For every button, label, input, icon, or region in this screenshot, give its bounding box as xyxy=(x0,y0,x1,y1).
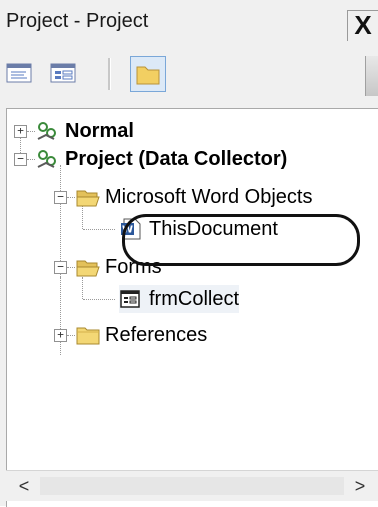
horizontal-scrollbar[interactable]: < > xyxy=(6,470,378,501)
window-title: Project - Project xyxy=(6,10,149,32)
tree-node-label: References xyxy=(105,323,208,346)
tree-node-word-objects[interactable]: Microsoft Word Objects xyxy=(75,183,312,211)
vba-project-icon xyxy=(37,150,56,168)
collapse-toggle[interactable]: − xyxy=(54,191,67,204)
close-button[interactable]: X xyxy=(347,10,378,41)
tree-node-project[interactable]: Project (Data Collector) xyxy=(35,145,287,173)
view-code-icon xyxy=(6,63,32,83)
userform-icon xyxy=(120,290,140,308)
collapse-toggle[interactable]: − xyxy=(14,153,27,166)
collapse-toggle[interactable]: − xyxy=(54,261,67,274)
folder-closed-icon xyxy=(76,327,100,345)
tree-node-label: Microsoft Word Objects xyxy=(105,185,313,208)
tree-connector xyxy=(27,159,35,160)
tree-node-normal[interactable]: Normal xyxy=(35,117,134,145)
highlight-ring xyxy=(122,214,360,266)
toggle-folders-button[interactable] xyxy=(130,56,166,92)
toolbar-overflow-handle[interactable] xyxy=(365,56,378,96)
tree-connector xyxy=(67,197,75,198)
tree-connector xyxy=(60,277,61,335)
expand-toggle[interactable]: + xyxy=(54,329,67,342)
tree-connector xyxy=(83,299,115,300)
tree-connector xyxy=(67,335,75,336)
toolbar xyxy=(0,46,378,102)
view-object-icon xyxy=(50,63,76,83)
view-code-button[interactable] xyxy=(4,58,34,88)
project-explorer-window: Project - Project X + Normal − Project (… xyxy=(0,0,378,507)
tree-node-frmcollect[interactable]: frmCollect xyxy=(119,285,240,313)
tree-node-references[interactable]: References xyxy=(75,321,207,349)
folder-icon xyxy=(136,66,160,85)
toolbar-separator xyxy=(108,58,111,90)
tree-connector xyxy=(83,229,115,230)
project-tree: + Normal − Project (Data Collector) − Mi… xyxy=(6,108,378,507)
scroll-right-button[interactable]: > xyxy=(348,475,372,497)
scroll-left-button[interactable]: < xyxy=(12,475,36,497)
vba-project-icon xyxy=(37,122,56,140)
folder-open-icon xyxy=(76,260,100,277)
tree-connector xyxy=(27,131,35,132)
title-bar[interactable]: Project - Project X xyxy=(0,0,378,46)
tree-node-label: Project (Data Collector) xyxy=(65,147,288,170)
tree-node-label: Normal xyxy=(65,119,134,142)
tree-connector xyxy=(67,267,75,268)
folder-open-icon xyxy=(76,190,100,207)
view-object-button[interactable] xyxy=(48,58,78,88)
scroll-track[interactable] xyxy=(40,477,344,495)
expand-toggle[interactable]: + xyxy=(14,125,27,138)
tree-node-label: frmCollect xyxy=(149,287,240,310)
